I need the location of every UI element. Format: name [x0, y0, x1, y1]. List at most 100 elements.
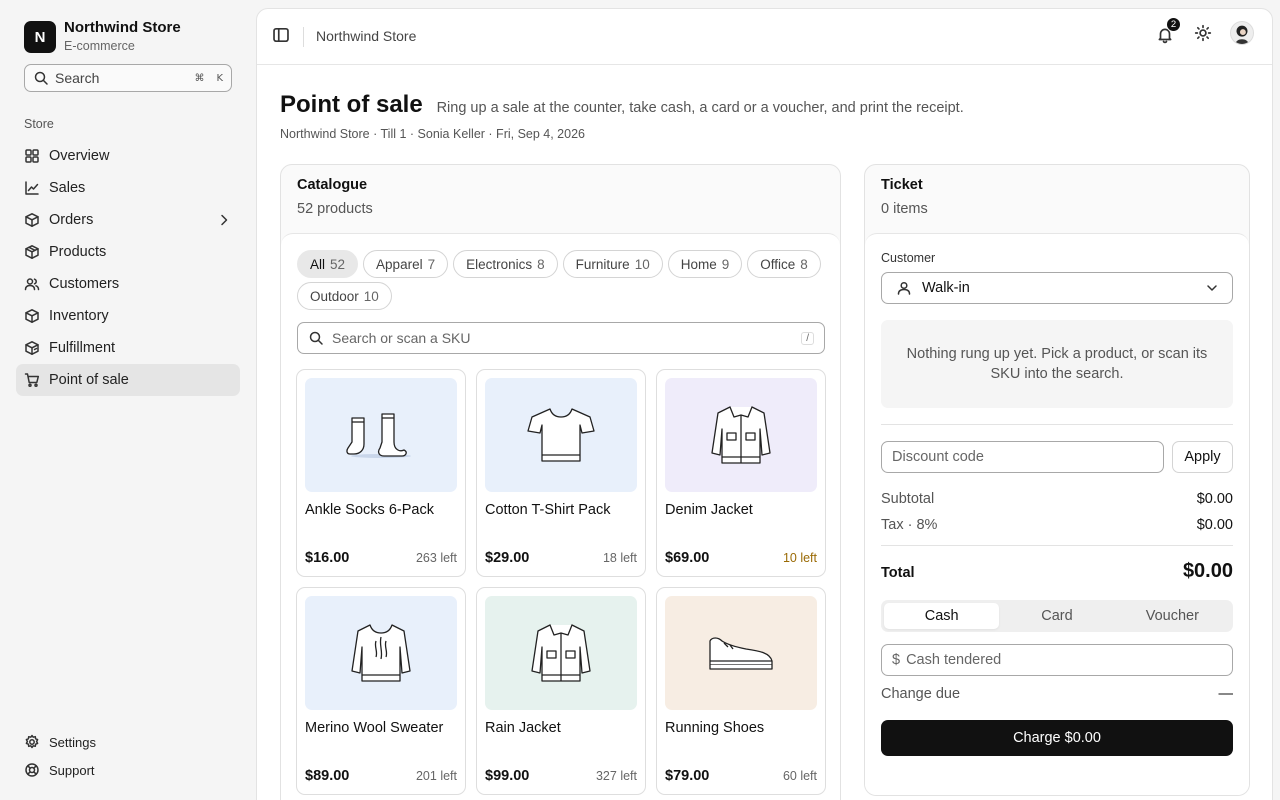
tshirt-icon [527, 408, 595, 462]
product-image [485, 596, 637, 710]
sidebar-item-settings[interactable]: Settings [16, 728, 240, 756]
currency-symbol: $ [892, 652, 901, 668]
tax-label: Tax · 8% [881, 517, 938, 533]
sidebar-item-point-of-sale[interactable]: Point of sale [16, 364, 240, 396]
divider [881, 545, 1233, 546]
topbar-divider [303, 27, 304, 47]
sidebar-item-inventory[interactable]: Inventory [16, 300, 240, 332]
search-icon [34, 71, 48, 85]
chip-electronics[interactable]: Electronics 8 [453, 250, 558, 278]
product-name: Ankle Socks 6-Pack [305, 502, 434, 518]
sidebar-toggle-button[interactable] [272, 26, 290, 47]
payment-method-tabs: Cash Card Voucher [881, 600, 1233, 632]
chip-furniture[interactable]: Furniture 10 [562, 250, 663, 278]
empty-ticket-message: Nothing rung up yet. Pick a product, or … [881, 320, 1233, 408]
discount-placeholder: Discount code [892, 449, 984, 465]
sidebar-item-overview[interactable]: Overview [16, 140, 240, 172]
sidebar-item-label: Orders [49, 212, 94, 228]
product-card[interactable]: Ankle Socks 6-Pack $16.00 263 left [296, 369, 466, 577]
total-label: Total [881, 565, 915, 581]
users-icon [24, 278, 40, 291]
product-card[interactable]: Denim Jacket $69.00 10 left [656, 369, 826, 577]
product-card[interactable]: Cotton T-Shirt Pack $29.00 18 left [476, 369, 646, 577]
shoe-icon [709, 637, 773, 670]
charge-button[interactable]: Charge $0.00 [881, 720, 1233, 756]
chevron-down-icon [1207, 285, 1217, 291]
chip-count: 8 [537, 256, 545, 272]
sidebar-item-label: Support [49, 762, 95, 778]
store-subtitle: E-commerce [64, 39, 135, 53]
socks-icon [346, 413, 411, 458]
chip-all[interactable]: All 52 [297, 250, 359, 278]
product-price: $89.00 [305, 768, 350, 784]
lifebuoy-icon [25, 763, 39, 777]
product-grid: Ankle Socks 6-Pack $16.00 263 left Cotto… [296, 369, 828, 795]
product-name: Running Shoes [665, 720, 765, 736]
apply-discount-button[interactable]: Apply [1172, 441, 1233, 473]
sidebar-item-label: Customers [49, 276, 120, 292]
catalogue-count: 52 products [297, 201, 373, 217]
chip-apparel[interactable]: Apparel 7 [363, 250, 449, 278]
store-name: Northwind Store [64, 19, 181, 36]
tax-row: Tax · 8% $0.00 [881, 517, 1233, 533]
shortcut-key: / [801, 331, 814, 345]
main-panel: Northwind Store 2 Point of sale Ring up … [256, 8, 1273, 800]
notifications-button[interactable]: 2 [1156, 17, 1181, 44]
product-card[interactable]: Running Shoes $79.00 60 left [656, 587, 826, 795]
gear-icon [25, 734, 39, 749]
chip-label: Electronics [466, 256, 533, 272]
chip-label: Furniture [575, 256, 630, 272]
page-title: Point of sale [280, 91, 423, 118]
cart-icon [24, 373, 40, 387]
discount-code-input[interactable]: Discount code [881, 441, 1164, 473]
tax-value: $0.00 [1196, 517, 1233, 533]
catalogue-card: Catalogue 52 products All 52 Apparel 7 Ele… [280, 164, 841, 800]
sidebar-item-orders[interactable]: Orders [16, 204, 240, 236]
cash-tendered-input[interactable]: $ Cash tendered [881, 644, 1233, 676]
sidebar-item-fulfillment[interactable]: Fulfillment [16, 332, 240, 364]
product-price: $69.00 [665, 550, 710, 566]
store-switcher[interactable]: N Northwind Store E-commerce [24, 20, 181, 54]
change-due-row: Change due — [881, 686, 1233, 702]
sidebar-item-sales[interactable]: Sales [16, 172, 240, 204]
chip-home[interactable]: Home 9 [667, 250, 743, 278]
theme-toggle-button[interactable] [1194, 24, 1212, 42]
sidebar-nav: Overview Sales Orders Products Customers… [16, 140, 240, 396]
customer-label: Customer [881, 251, 936, 265]
chip-label: Home [680, 256, 717, 272]
tab-voucher[interactable]: Voucher [1115, 603, 1230, 629]
tab-cash[interactable]: Cash [884, 603, 1000, 629]
chip-count: 7 [427, 256, 436, 272]
product-name: Denim Jacket [665, 502, 753, 518]
page-description: Ring up a sale at the counter, take cash… [436, 100, 964, 116]
product-price: $99.00 [485, 768, 530, 784]
product-stock: 327 left [595, 769, 637, 783]
sidebar-search-placeholder: Search [55, 70, 100, 86]
product-price: $16.00 [305, 550, 350, 566]
chart-line-icon [25, 181, 39, 195]
sidebar-item-label: Inventory [49, 308, 109, 324]
catalogue-body: All 52 Apparel 7 Electronics 8 Furniture 10 … [281, 233, 840, 800]
sku-search-input[interactable]: Search or scan a SKU / [297, 322, 825, 354]
subtotal-value: $0.00 [1196, 491, 1233, 507]
user-avatar[interactable] [1230, 21, 1254, 45]
chip-office[interactable]: Office 8 [747, 250, 821, 278]
breadcrumb[interactable]: Northwind Store [316, 28, 416, 44]
product-image [665, 378, 817, 492]
chip-count: 52 [330, 256, 346, 272]
sidebar-section-label: Store [24, 117, 54, 131]
chip-label: Apparel [376, 256, 423, 272]
tab-card[interactable]: Card [999, 603, 1114, 629]
chip-count: 10 [363, 288, 379, 304]
sidebar-search-input[interactable]: Search ⌘ K [24, 64, 232, 92]
product-name: Cotton T-Shirt Pack [485, 502, 611, 518]
chip-outdoor[interactable]: Outdoor 10 [297, 282, 392, 310]
product-card[interactable]: Merino Wool Sweater $89.00 201 left [296, 587, 466, 795]
customer-select[interactable]: Walk-in [881, 272, 1233, 304]
product-card[interactable]: Rain Jacket $99.00 327 left [476, 587, 646, 795]
sidebar-item-support[interactable]: Support [16, 756, 240, 784]
truck-box-icon [25, 341, 39, 355]
sidebar-item-customers[interactable]: Customers [16, 268, 240, 300]
sidebar-item-products[interactable]: Products [16, 236, 240, 268]
sidebar-item-label: Overview [49, 148, 110, 164]
